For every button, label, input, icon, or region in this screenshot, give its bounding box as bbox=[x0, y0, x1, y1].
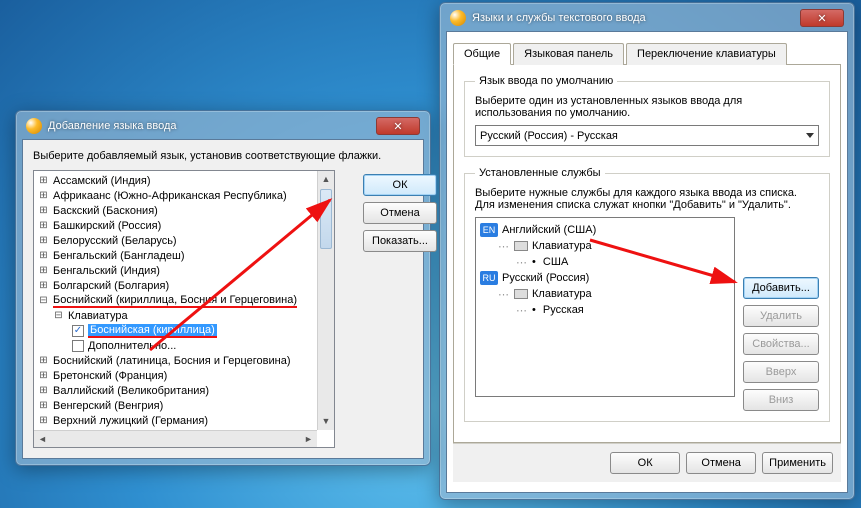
list-item[interactable]: ⊞Бретонский (Франция) bbox=[38, 368, 334, 383]
expand-icon[interactable]: ⊞ bbox=[38, 385, 49, 396]
list-item[interactable]: ⊞Бенгальский (Бангладеш) bbox=[38, 248, 334, 263]
expand-icon[interactable]: ⊞ bbox=[38, 370, 49, 381]
list-item[interactable]: ⊟Боснийский (кириллица, Босния и Герцего… bbox=[38, 293, 334, 308]
expand-icon[interactable]: ⊞ bbox=[38, 355, 49, 366]
list-item[interactable]: ⊞Баскский (Баскония) bbox=[38, 203, 334, 218]
group-desc: Выберите один из установленных языков вв… bbox=[475, 95, 819, 119]
client-area: Общие Языковая панель Переключение клави… bbox=[446, 31, 848, 493]
group-legend: Установленные службы bbox=[475, 167, 605, 179]
tab-strip: Общие Языковая панель Переключение клави… bbox=[453, 42, 841, 65]
titlebar[interactable]: Языки и службы текстового ввода ✕ bbox=[446, 9, 848, 31]
expand-icon[interactable]: ⊞ bbox=[38, 280, 49, 291]
list-item[interactable]: ⊞Африкаанс (Южно-Африканская Республика) bbox=[38, 188, 334, 203]
services-tree[interactable]: ENАнглийский (США) Клавиатура • США RUРу… bbox=[475, 217, 735, 397]
expand-icon[interactable]: ⊞ bbox=[38, 220, 49, 231]
show-button[interactable]: Показать... bbox=[363, 230, 437, 252]
text-services-window: Языки и службы текстового ввода ✕ Общие … bbox=[439, 2, 855, 500]
tree-layout-label: Русская bbox=[543, 304, 584, 316]
scroll-left-icon[interactable]: ◄ bbox=[34, 431, 51, 447]
instruction-text: Выберите добавляемый язык, установив соо… bbox=[33, 150, 413, 162]
window-title: Добавление языка ввода bbox=[48, 120, 177, 132]
default-language-group: Язык ввода по умолчанию Выберите один из… bbox=[464, 75, 830, 157]
expand-icon[interactable]: ⊞ bbox=[38, 235, 49, 246]
close-icon[interactable]: ✕ bbox=[800, 9, 844, 27]
scroll-up-icon[interactable]: ▲ bbox=[318, 171, 334, 188]
list-item[interactable]: ⊞Бенгальский (Индия) bbox=[38, 263, 334, 278]
apply-button[interactable]: Применить bbox=[762, 452, 833, 474]
language-tree[interactable]: ⊞Ассамский (Индия)⊞Африкаанс (Южно-Африк… bbox=[33, 170, 335, 448]
default-language-combo[interactable]: Русский (Россия) - Русская bbox=[475, 125, 819, 146]
globe-icon bbox=[450, 10, 466, 26]
expand-icon[interactable]: ⊞ bbox=[38, 400, 49, 411]
scrollbar-vertical[interactable]: ▲ ▼ bbox=[317, 171, 334, 430]
tab-language-bar[interactable]: Языковая панель bbox=[513, 43, 624, 65]
tab-general[interactable]: Общие bbox=[453, 43, 511, 65]
scrollbar-horizontal[interactable]: ◄ ► bbox=[34, 430, 317, 447]
expand-icon[interactable]: ⊞ bbox=[38, 205, 49, 216]
scroll-thumb[interactable] bbox=[320, 189, 332, 249]
tab-switching[interactable]: Переключение клавиатуры bbox=[626, 43, 787, 65]
list-item[interactable]: ⊞Белорусский (Беларусь) bbox=[38, 233, 334, 248]
add-language-window: Добавление языка ввода ✕ Выберите добавл… bbox=[15, 110, 431, 466]
list-item[interactable]: ⊞Валлийский (Великобритания) bbox=[38, 383, 334, 398]
titlebar[interactable]: Добавление языка ввода ✕ bbox=[22, 117, 424, 139]
side-buttons: ОК Отмена Показать... bbox=[363, 174, 437, 252]
expand-icon[interactable]: ⊞ bbox=[38, 415, 49, 426]
properties-button[interactable]: Свойства... bbox=[743, 333, 819, 355]
group-desc: Выберите нужные службы для каждого языка… bbox=[475, 187, 819, 211]
window-title: Языки и службы текстового ввода bbox=[472, 12, 646, 24]
tree-lang-label: Английский (США) bbox=[502, 224, 596, 236]
ok-button[interactable]: ОК bbox=[610, 452, 680, 474]
service-buttons: Добавить... Удалить Свойства... Вверх Вн… bbox=[743, 277, 819, 411]
checkbox-checked-icon[interactable] bbox=[72, 325, 84, 337]
tree-layout-label: США bbox=[543, 256, 568, 268]
lang-tag: EN bbox=[480, 223, 498, 237]
list-item[interactable]: Дополнительно... bbox=[38, 338, 334, 353]
dialog-buttons: ОК Отмена Применить bbox=[453, 443, 841, 482]
tree-kbd-label: Клавиатура bbox=[532, 240, 592, 252]
down-button[interactable]: Вниз bbox=[743, 389, 819, 411]
checkbox-icon[interactable] bbox=[72, 340, 84, 352]
up-button[interactable]: Вверх bbox=[743, 361, 819, 383]
lang-tag: RU bbox=[480, 271, 498, 285]
cancel-button[interactable]: Отмена bbox=[363, 202, 437, 224]
list-item[interactable]: ⊞Боснийский (латиница, Босния и Герцегов… bbox=[38, 353, 334, 368]
expand-icon[interactable]: ⊞ bbox=[38, 250, 49, 261]
close-icon[interactable]: ✕ bbox=[376, 117, 420, 135]
scroll-down-icon[interactable]: ▼ bbox=[318, 413, 334, 430]
list-item[interactable]: ⊞Болгарский (Болгария) bbox=[38, 278, 334, 293]
chevron-down-icon bbox=[806, 133, 814, 138]
list-item[interactable]: ⊞Башкирский (Россия) bbox=[38, 218, 334, 233]
keyboard-icon bbox=[514, 289, 528, 299]
list-item[interactable]: ⊟Клавиатура bbox=[38, 308, 334, 323]
tree-lang-label: Русский (Россия) bbox=[502, 272, 589, 284]
delete-button[interactable]: Удалить bbox=[743, 305, 819, 327]
group-legend: Язык ввода по умолчанию bbox=[475, 75, 617, 87]
keyboard-icon bbox=[514, 241, 528, 251]
list-item[interactable]: ⊞Ассамский (Индия) bbox=[38, 173, 334, 188]
tab-page: Язык ввода по умолчанию Выберите один из… bbox=[453, 65, 841, 443]
collapse-icon[interactable]: ⊟ bbox=[38, 295, 49, 306]
ok-button[interactable]: ОК bbox=[363, 174, 437, 196]
list-item[interactable]: ⊞Верхний лужицкий (Германия) bbox=[38, 413, 334, 428]
add-button[interactable]: Добавить... bbox=[743, 277, 819, 299]
cancel-button[interactable]: Отмена bbox=[686, 452, 756, 474]
expand-icon[interactable]: ⊞ bbox=[38, 265, 49, 276]
list-item[interactable]: Боснийская (кириллица) bbox=[38, 323, 334, 338]
installed-services-group: Установленные службы Выберите нужные слу… bbox=[464, 167, 830, 422]
globe-icon bbox=[26, 118, 42, 134]
client-area: Выберите добавляемый язык, установив соо… bbox=[22, 139, 424, 459]
scroll-right-icon[interactable]: ► bbox=[300, 431, 317, 447]
expand-icon[interactable]: ⊞ bbox=[38, 175, 49, 186]
tree-kbd-label: Клавиатура bbox=[532, 288, 592, 300]
collapse-icon[interactable]: ⊟ bbox=[53, 310, 64, 321]
list-item[interactable]: ⊞Венгерский (Венгрия) bbox=[38, 398, 334, 413]
combo-value: Русский (Россия) - Русская bbox=[480, 130, 618, 142]
expand-icon[interactable]: ⊞ bbox=[38, 190, 49, 201]
